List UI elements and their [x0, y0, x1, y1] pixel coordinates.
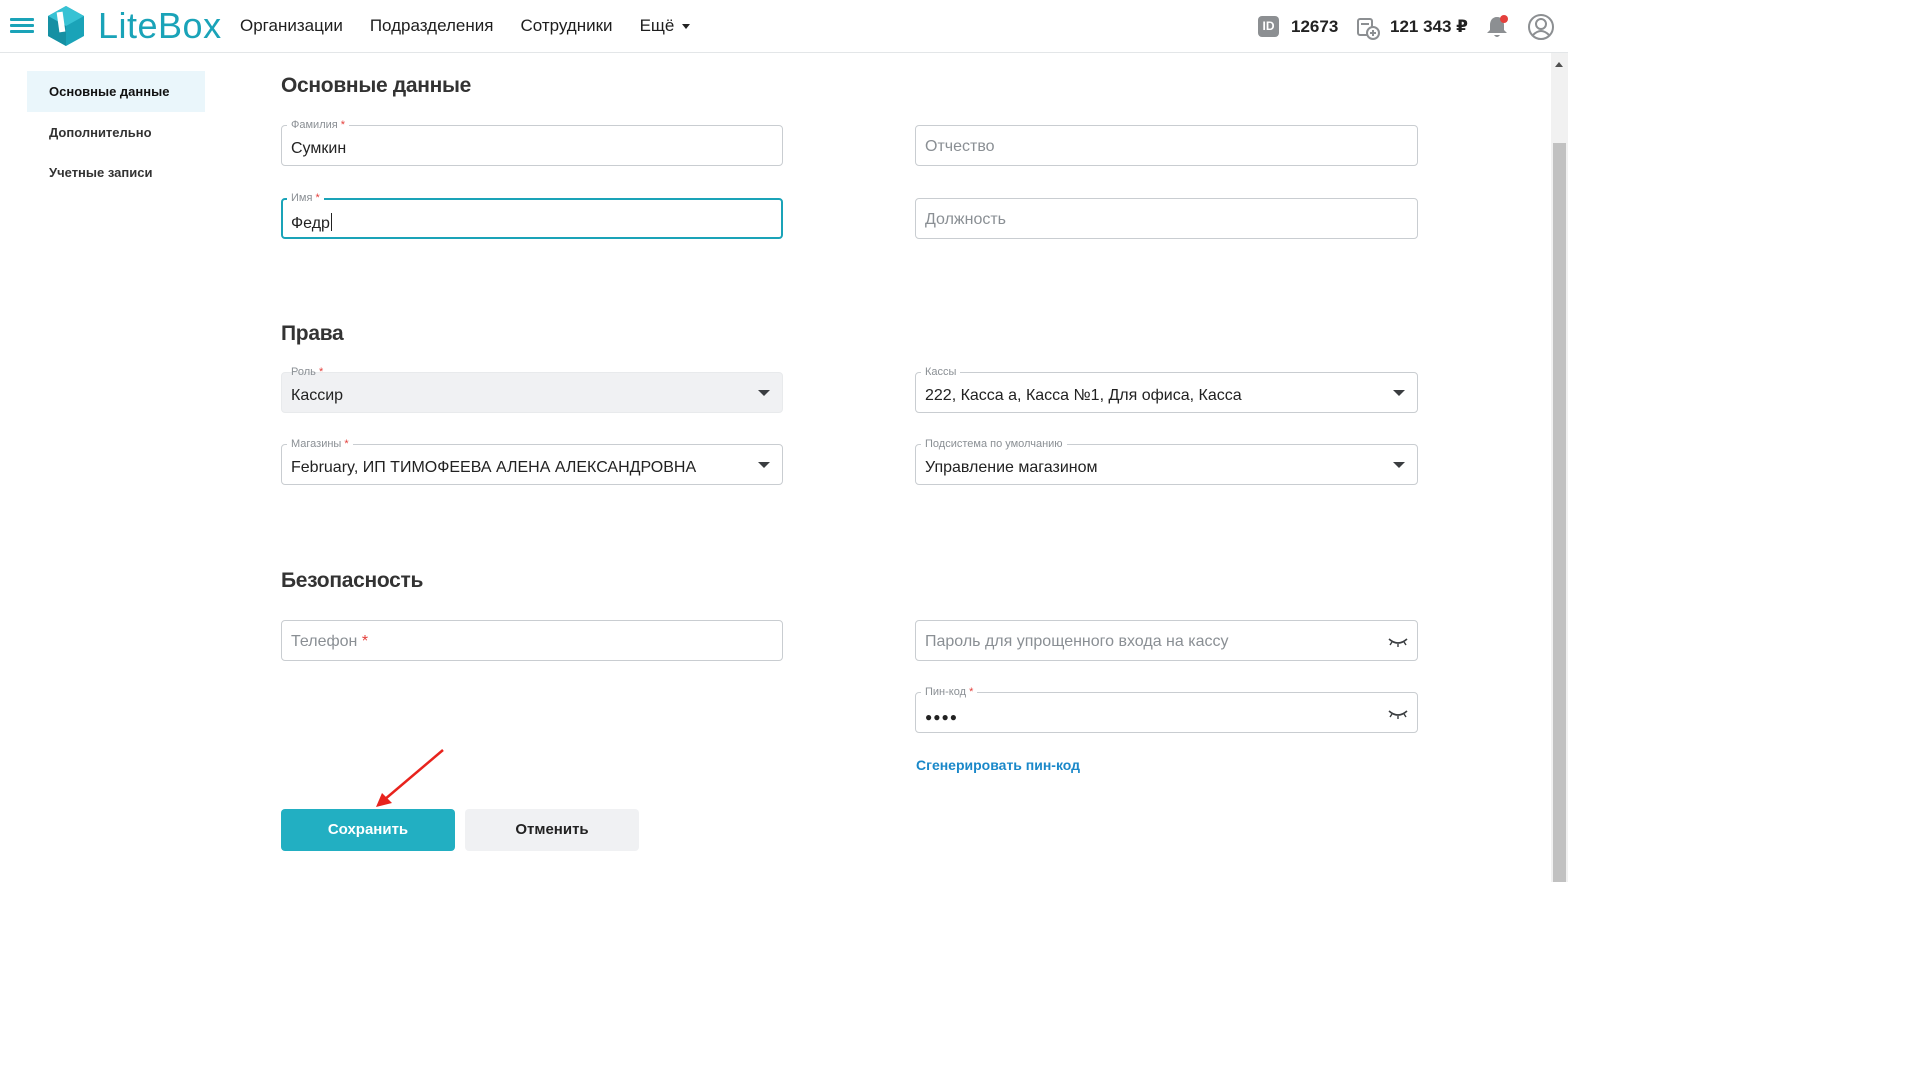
nav-more[interactable]: Ещё: [640, 16, 691, 36]
caret-down-icon: [682, 23, 691, 29]
logo[interactable]: LiteBox: [44, 4, 222, 48]
required-mark: *: [318, 366, 324, 378]
surname-field[interactable]: Фамилия * Сумкин: [281, 119, 783, 166]
user-avatar-icon[interactable]: [1528, 14, 1554, 40]
scroll-thumb[interactable]: [1553, 143, 1566, 882]
sidebar-item-basic-data[interactable]: Основные данные: [27, 71, 205, 112]
phone-placeholder: Телефон: [291, 633, 358, 650]
required-mark: *: [344, 438, 349, 450]
required-mark: *: [340, 119, 346, 131]
role-value: Кассир: [291, 387, 344, 404]
notification-bell-icon[interactable]: [1484, 14, 1510, 40]
phone-field[interactable]: Телефон *: [281, 620, 783, 661]
subsystem-label: Подсистема по умолчанию: [921, 438, 1067, 450]
generate-pin-link[interactable]: Сгенерировать пин-код: [916, 757, 1080, 773]
subsystem-select[interactable]: Подсистема по умолчанию Управление магаз…: [915, 438, 1418, 485]
section-title-rights: Права: [281, 322, 344, 345]
cancel-button[interactable]: Отменить: [465, 809, 639, 851]
name-field[interactable]: Имя * Федр: [281, 192, 783, 239]
text-cursor: [330, 213, 332, 231]
eye-closed-icon[interactable]: [1388, 636, 1408, 648]
patronymic-placeholder: Отчество: [925, 138, 995, 155]
scroll-up-arrow-icon[interactable]: [1555, 62, 1563, 67]
nav-departments[interactable]: Подразделения: [370, 16, 494, 36]
stores-value: February, ИП ТИМОФЕЕВА АЛЕНА АЛЕКСАНДРОВ…: [291, 459, 697, 476]
registers-select[interactable]: Кассы 222, Касса а, Касса №1, Для офиса,…: [915, 366, 1418, 413]
password-field[interactable]: Пароль для упрощенного входа на кассу: [915, 620, 1418, 661]
pin-label: Пин-код: [925, 686, 967, 698]
eye-closed-icon[interactable]: [1388, 708, 1408, 720]
position-placeholder: Должность: [925, 211, 1006, 228]
litebox-logo-icon: [48, 6, 84, 46]
balance: 121 343 ₽: [1390, 17, 1469, 36]
annotation-arrow-icon: [376, 749, 444, 807]
main-nav: Организации Подразделения Сотрудники Ещё: [240, 0, 691, 52]
required-mark: *: [315, 192, 320, 204]
subsystem-value: Управление магазином: [925, 459, 1098, 476]
menu-icon[interactable]: [10, 18, 34, 34]
surname-value: Сумкин: [291, 140, 347, 157]
top-header: LiteBox Организации Подразделения Сотруд…: [0, 0, 1568, 53]
save-button[interactable]: Сохранить: [281, 809, 455, 851]
id-icon: ID: [1258, 16, 1279, 37]
pin-value: ●●●●: [925, 710, 958, 724]
name-label: Имя: [291, 192, 313, 204]
registers-label: Кассы: [921, 366, 961, 378]
sidebar-item-additional[interactable]: Дополнительно: [27, 112, 205, 153]
stores-label: Магазины: [291, 438, 342, 450]
position-field[interactable]: Должность: [915, 198, 1418, 239]
dropdown-arrow-icon: [758, 390, 770, 396]
role-label: Роль: [291, 366, 316, 378]
required-mark: *: [969, 686, 974, 698]
nav-more-label: Ещё: [639, 16, 675, 35]
logo-text: LiteBox: [98, 5, 222, 46]
nav-employees[interactable]: Сотрудники: [520, 16, 612, 36]
section-title-basic: Основные данные: [281, 74, 472, 97]
pin-field[interactable]: Пин-код * ●●●●: [915, 686, 1418, 733]
account-id: 12673: [1291, 17, 1339, 36]
name-value: Федр: [291, 215, 330, 232]
section-title-security: Безопасность: [281, 569, 424, 592]
required-mark: *: [361, 633, 369, 650]
dropdown-arrow-icon: [1393, 462, 1405, 468]
wallet-add-icon[interactable]: [1356, 16, 1380, 40]
dropdown-arrow-icon: [1393, 390, 1405, 396]
nav-organizations[interactable]: Организации: [240, 16, 343, 36]
page-scrollbar[interactable]: [1551, 53, 1568, 882]
dropdown-arrow-icon: [758, 462, 770, 468]
role-select[interactable]: Роль * Кассир: [281, 366, 783, 413]
patronymic-field[interactable]: Отчество: [915, 125, 1418, 166]
surname-label: Фамилия: [291, 119, 338, 131]
sidebar-item-accounts[interactable]: Учетные записи: [27, 152, 205, 193]
stores-select[interactable]: Магазины * February, ИП ТИМОФЕЕВА АЛЕНА …: [281, 438, 783, 485]
password-placeholder: Пароль для упрощенного входа на кассу: [925, 633, 1229, 650]
registers-value: 222, Касса а, Касса №1, Для офиса, Касса: [925, 387, 1242, 404]
